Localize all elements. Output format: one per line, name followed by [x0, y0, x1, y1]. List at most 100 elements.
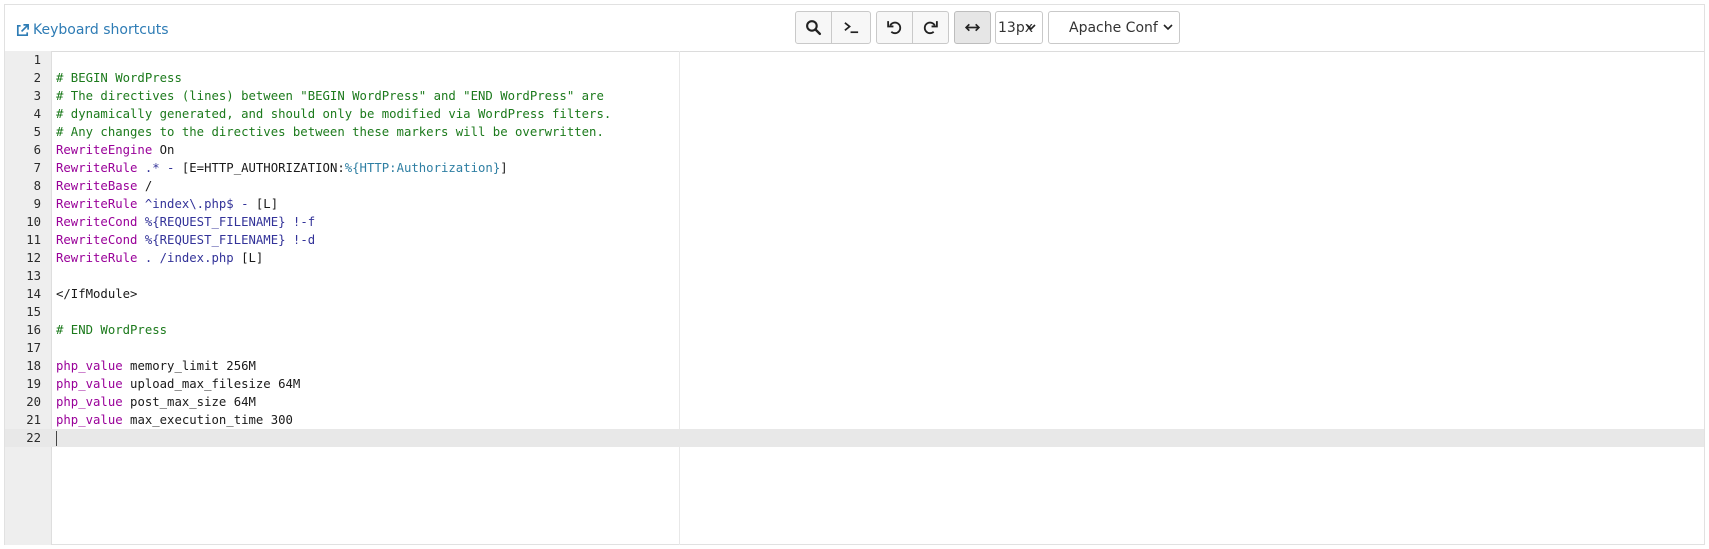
undo-button[interactable] [876, 11, 913, 44]
line-number: 17 [26, 341, 41, 355]
directive-token: php_value [56, 377, 123, 391]
line-code: php_value upload_max_filesize 64M [56, 375, 300, 393]
line-code: RewriteRule .* - [E=HTTP_AUTHORIZATION:%… [56, 159, 508, 177]
line-code: # END WordPress [56, 321, 167, 339]
code-line[interactable]: 5 # Any changes to the directives between… [5, 123, 1704, 141]
argument-token: %{REQUEST_FILENAME} !-d [144, 233, 316, 247]
directive-token: RewriteRule [56, 251, 138, 265]
text-token: post_max_size 64M [122, 395, 256, 409]
line-code: # dynamically generated, and should only… [56, 105, 611, 123]
argument-token: ^index\.php$ - [144, 197, 249, 211]
external-link-icon [16, 23, 29, 36]
keyboard-shortcuts-link[interactable]: Keyboard shortcuts [15, 22, 169, 38]
code-line[interactable]: 2 # BEGIN WordPress [5, 69, 1704, 87]
line-code: # BEGIN WordPress [56, 69, 182, 87]
code-line[interactable]: 20 php_value post_max_size 64M [5, 393, 1704, 411]
code-line[interactable]: 14 </IfModule> [5, 285, 1704, 303]
redo-icon [923, 21, 938, 35]
text-token: On [152, 143, 175, 157]
line-number: 4 [33, 107, 41, 121]
text-token: upload_max_filesize 64M [122, 377, 301, 391]
code-line[interactable]: 3 # The directives (lines) between "BEGIN… [5, 87, 1704, 105]
text-token: / [137, 179, 153, 193]
text-token: memory_limit 256M [122, 359, 256, 373]
font-size-select[interactable]: 13px [995, 11, 1043, 44]
code-line[interactable]: 16 # END WordPress [5, 321, 1704, 339]
code-line[interactable]: 19 php_value upload_max_filesize 64M [5, 375, 1704, 393]
wrap-toggle-button[interactable] [954, 11, 991, 44]
line-number: 7 [33, 161, 41, 175]
line-number: 11 [26, 233, 41, 247]
line-code: RewriteRule ^index\.php$ - [L] [56, 195, 278, 213]
directive-token: RewriteEngine [56, 143, 153, 157]
directive-token: RewriteCond [56, 233, 138, 247]
line-number: 14 [26, 287, 41, 301]
line-number: 21 [26, 413, 41, 427]
directive-token: RewriteCond [56, 215, 138, 229]
directive-token: RewriteRule [56, 161, 138, 175]
code-line[interactable]: 12 RewriteRule . /index.php [L] [5, 249, 1704, 267]
line-number: 15 [26, 305, 41, 319]
text-token: </IfModule> [56, 287, 138, 301]
code-line[interactable]: 13 [5, 267, 1704, 285]
line-number: 5 [33, 125, 41, 139]
directive-token: php_value [56, 359, 123, 373]
text-token: max_execution_time 300 [122, 413, 293, 427]
language-mode-value: Apache Conf [1069, 19, 1158, 36]
search-button[interactable] [795, 11, 832, 44]
code-line[interactable]: 11 RewriteCond %{REQUEST_FILENAME} !-d [5, 231, 1704, 249]
line-number: 16 [26, 323, 41, 337]
code-line[interactable]: 7 RewriteRule .* - [E=HTTP_AUTHORIZATION:… [5, 159, 1704, 177]
code-line[interactable]: 1 [5, 51, 1704, 69]
redo-button[interactable] [912, 11, 949, 44]
editor-toolbar: Keyboard shortcuts 13px Apache Conf [5, 5, 1704, 52]
line-number: 6 [33, 143, 41, 157]
line-code: RewriteCond %{REQUEST_FILENAME} !-d [56, 231, 315, 249]
keyboard-shortcuts-label: Keyboard shortcuts [33, 22, 169, 38]
comment-token: # BEGIN WordPress [56, 71, 182, 85]
code-editor[interactable]: 1 2 # BEGIN WordPress 3 # The directives (li… [5, 51, 1704, 545]
directive-token: RewriteRule [56, 197, 138, 211]
text-cursor [56, 431, 57, 446]
line-code [56, 429, 57, 447]
argument-token: . /index.php [144, 251, 234, 265]
code-line[interactable]: 8 RewriteBase / [5, 177, 1704, 195]
code-line[interactable]: 22 [5, 429, 1704, 447]
text-token: [E=HTTP_AUTHORIZATION: [174, 161, 345, 175]
line-code: </IfModule> [56, 285, 137, 303]
variable-token: %{HTTP:Authorization} [344, 161, 501, 175]
line-code: # Any changes to the directives between … [56, 123, 604, 141]
code-line[interactable]: 21 php_value max_execution_time 300 [5, 411, 1704, 429]
line-number: 13 [26, 269, 41, 283]
code-editor-panel: Keyboard shortcuts 13px Apache Conf 12 #… [4, 4, 1705, 545]
language-mode-select[interactable]: Apache Conf [1048, 11, 1180, 44]
terminal-button[interactable] [831, 11, 871, 44]
line-code: php_value max_execution_time 300 [56, 411, 293, 429]
directive-token: php_value [56, 395, 123, 409]
comment-token: # dynamically generated, and should only… [56, 107, 612, 121]
code-line[interactable]: 6 RewriteEngine On [5, 141, 1704, 159]
comment-token: # END WordPress [56, 323, 168, 337]
wrap-toggle-icon [964, 23, 981, 32]
terminal-icon [843, 22, 858, 34]
directive-token: RewriteBase [56, 179, 138, 193]
code-line[interactable]: 10 RewriteCond %{REQUEST_FILENAME} !-f [5, 213, 1704, 231]
code-line[interactable]: 17 [5, 339, 1704, 357]
text-token: [L] [233, 251, 264, 265]
code-line[interactable]: 4 # dynamically generated, and should onl… [5, 105, 1704, 123]
comment-token: # The directives (lines) between "BEGIN … [56, 89, 604, 103]
line-number: 10 [26, 215, 41, 229]
line-code: RewriteRule . /index.php [L] [56, 249, 263, 267]
line-number: 9 [33, 197, 41, 211]
argument-token: %{REQUEST_FILENAME} !-f [144, 215, 316, 229]
code-lines: 1 2 # BEGIN WordPress 3 # The directives (li… [5, 51, 1704, 447]
code-line[interactable]: 15 [5, 303, 1704, 321]
line-number: 19 [26, 377, 41, 391]
code-line[interactable]: 9 RewriteRule ^index\.php$ - [L] [5, 195, 1704, 213]
line-number: 12 [26, 251, 41, 265]
code-line[interactable]: 18 php_value memory_limit 256M [5, 357, 1704, 375]
